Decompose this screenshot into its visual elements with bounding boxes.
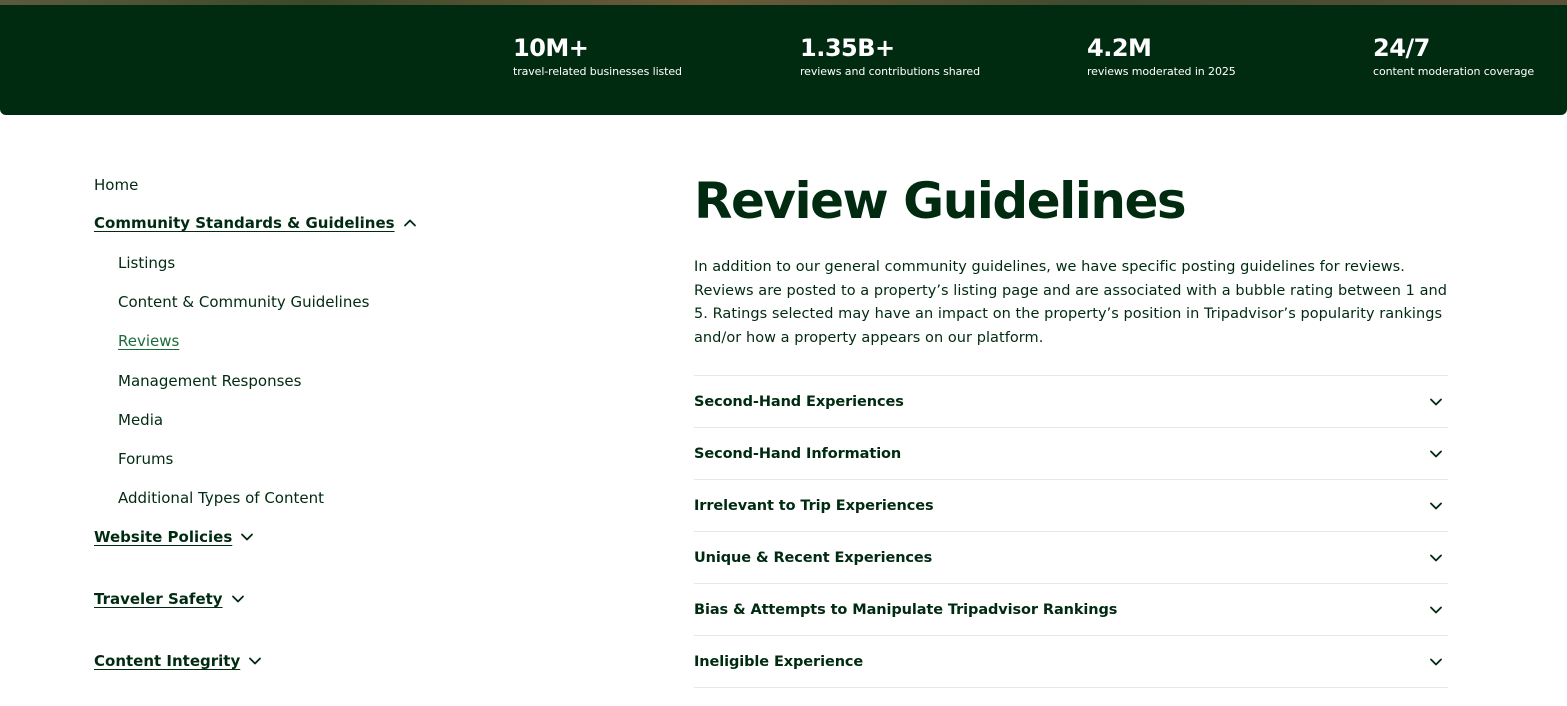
intro-paragraph: In addition to our general community gui… <box>694 259 1448 346</box>
accordion-item-ineligible-experience[interactable]: Ineligible Experience <box>694 635 1448 688</box>
guidelines-accordion: Second-Hand Experiences Second-Hand Info… <box>694 375 1448 688</box>
sidebar-item-additional-types[interactable]: Additional Types of Content <box>118 487 324 509</box>
accordion-item-irrelevant-trip[interactable]: Irrelevant to Trip Experiences <box>694 479 1448 531</box>
accordion-item-label: Ineligible Experience <box>694 653 864 670</box>
sidebar-section-website-policies[interactable]: Website Policies <box>94 526 254 548</box>
sidebar-item-home[interactable]: Home <box>94 174 138 196</box>
accordion-item-second-hand-information[interactable]: Second-Hand Information <box>694 427 1448 479</box>
stat-businesses: 10M+ travel-related businesses listed <box>513 33 682 79</box>
stats-banner: 10M+ travel-related businesses listed 1.… <box>0 5 1567 115</box>
stat-reviews: 1.35B+ reviews and contributions shared <box>800 33 980 79</box>
sidebar-item-media[interactable]: Media <box>118 409 163 431</box>
chevron-down-icon <box>1426 600 1446 620</box>
chevron-up-icon <box>403 216 417 230</box>
chevron-down-icon <box>240 530 254 544</box>
sidebar-item-content-community-guidelines[interactable]: Content & Community Guidelines <box>118 291 369 313</box>
sidebar-item-listings[interactable]: Listings <box>118 252 175 274</box>
sidebar-item-forums[interactable]: Forums <box>118 448 173 470</box>
stat-value: 1.35B+ <box>800 34 895 62</box>
accordion-item-label: Second-Hand Information <box>694 445 902 462</box>
sidebar-item-reviews[interactable]: Reviews <box>118 330 179 352</box>
accordion-item-label: Unique & Recent Experiences <box>694 549 933 566</box>
chevron-down-icon <box>248 654 262 668</box>
accordion-item-second-hand-experiences[interactable]: Second-Hand Experiences <box>694 375 1448 427</box>
accordion-item-bias-manipulation[interactable]: Bias & Attempts to Manipulate Tripadviso… <box>694 583 1448 635</box>
sidebar-section-traveler-safety[interactable]: Traveler Safety <box>94 588 245 610</box>
sidebar-section-label: Community Standards & Guidelines <box>94 214 395 232</box>
chevron-down-icon <box>1426 548 1446 568</box>
sidebar-section-label: Website Policies <box>94 528 233 546</box>
accordion-item-label: Irrelevant to Trip Experiences <box>694 497 934 514</box>
chevron-down-icon <box>1426 392 1446 412</box>
stat-value: 10M+ <box>513 34 589 62</box>
stat-value: 24/7 <box>1373 34 1430 62</box>
stat-moderated: 4.2M reviews moderated in 2025 <box>1087 33 1236 79</box>
stat-label: reviews and contributions shared <box>800 65 980 78</box>
sidebar-section-label: Content Integrity <box>94 652 241 670</box>
stat-label: content moderation coverage <box>1373 65 1535 78</box>
page-title: Review Guidelines <box>694 172 1187 230</box>
chevron-down-icon <box>1426 444 1446 464</box>
stat-label: reviews moderated in 2025 <box>1087 65 1236 78</box>
sidebar-item-management-responses[interactable]: Management Responses <box>118 370 301 392</box>
sidebar-section-community-standards[interactable]: Community Standards & Guidelines <box>94 212 417 234</box>
stat-coverage: 24/7 content moderation coverage <box>1373 33 1534 79</box>
accordion-item-label: Bias & Attempts to Manipulate Tripadviso… <box>694 601 1118 618</box>
chevron-down-icon <box>1426 652 1446 672</box>
sidebar-section-content-integrity[interactable]: Content Integrity <box>94 650 262 672</box>
stat-value: 4.2M <box>1087 34 1152 62</box>
chevron-down-icon <box>231 592 245 606</box>
chevron-down-icon <box>1426 496 1446 516</box>
accordion-item-unique-recent[interactable]: Unique & Recent Experiences <box>694 531 1448 583</box>
sidebar-section-label: Traveler Safety <box>94 590 223 608</box>
accordion-item-label: Second-Hand Experiences <box>694 393 904 410</box>
stat-label: travel-related businesses listed <box>513 65 682 78</box>
